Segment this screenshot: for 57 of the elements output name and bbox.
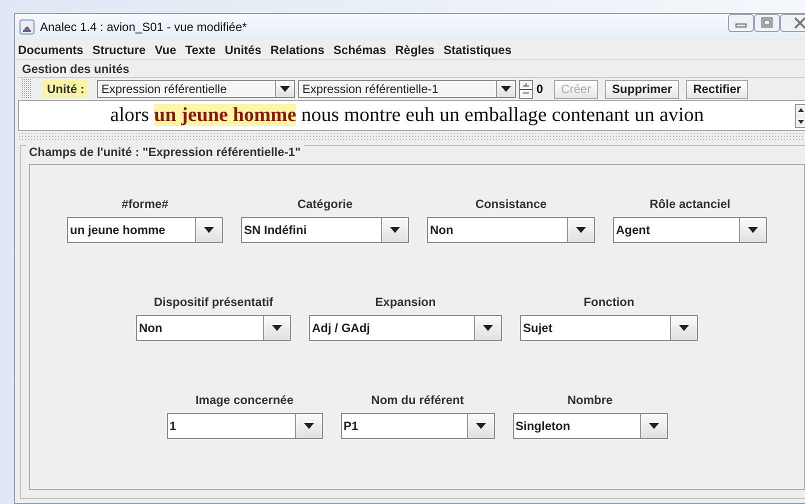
spinner-value: 0 <box>536 82 544 96</box>
field-label: Dispositif présentatif <box>152 295 274 309</box>
field-label: Image concernée <box>194 393 295 407</box>
menu-item[interactable]: Vue <box>154 43 176 57</box>
caret-icon <box>748 227 758 233</box>
caret-icon <box>476 423 486 429</box>
caret-icon <box>280 86 290 92</box>
field-dropdown[interactable]: Agent <box>613 217 767 243</box>
text-sentence: alors un jeune homme nous montre euh un emballage contenant un avion <box>109 104 705 127</box>
scroll-arrows-icon[interactable] <box>795 104 805 128</box>
caret-icon <box>501 86 512 92</box>
field-dropdown[interactable]: Singleton <box>512 413 668 439</box>
field-label: Catégorie <box>296 197 354 211</box>
menu-item[interactable]: Règles <box>395 43 434 57</box>
field-label: Nom du référent <box>370 393 465 407</box>
field-label: Expansion <box>374 295 437 309</box>
minimize-icon[interactable] <box>728 14 754 32</box>
menu-item[interactable]: Statistiques <box>443 43 512 57</box>
caret-icon <box>204 227 214 233</box>
field-dropdown[interactable]: Adj / GAdj <box>309 315 502 341</box>
type-dropdown[interactable]: Expression référentielle <box>97 80 296 98</box>
field-label: Consistance <box>474 197 548 211</box>
field-dropdown[interactable]: 1 <box>166 413 322 439</box>
field-label: #forme# <box>120 197 170 211</box>
maximize-icon[interactable] <box>754 14 780 32</box>
panel-title: Champs de l'unité : "Expression référentielle-1" <box>26 145 304 159</box>
field-dropdown[interactable]: Sujet <box>520 315 698 341</box>
spinner-arrows-icon[interactable] <box>519 80 534 98</box>
menu-item[interactable]: Structure <box>92 43 146 57</box>
field-label: Fonction <box>582 295 636 309</box>
menu-item[interactable]: Documents <box>18 43 84 57</box>
window-title: Analec 1.4 : avion_S01 - vue modifiée* <box>40 20 247 34</box>
caret-icon <box>576 227 586 233</box>
caret-icon <box>390 227 400 233</box>
section-title: Gestion des unités <box>21 61 130 77</box>
toolbar-button[interactable]: Supprimer <box>605 80 680 98</box>
menu-item[interactable]: Unités <box>224 43 262 57</box>
toolbar-button[interactable]: Rectifier <box>686 80 748 98</box>
caret-icon <box>272 325 282 331</box>
caret-icon <box>679 325 689 331</box>
menu-item[interactable]: Schémas <box>333 43 386 57</box>
menu-item[interactable]: Relations <box>270 43 324 57</box>
menu-item[interactable]: Texte <box>185 43 216 57</box>
field-dropdown[interactable]: Non <box>427 217 595 243</box>
field-dropdown[interactable]: Non <box>136 315 291 341</box>
field-dropdown[interactable]: P1 <box>340 413 494 439</box>
caret-icon <box>483 325 493 331</box>
field-dropdown[interactable]: SN Indéfini <box>241 217 409 243</box>
caret-icon <box>648 423 658 429</box>
caret-icon <box>304 423 314 429</box>
unit-dropdown[interactable]: Expression référentielle-1 <box>298 80 516 98</box>
field-label: Nombre <box>566 393 614 407</box>
field-dropdown[interactable]: un jeune homme <box>67 217 223 243</box>
app-icon <box>19 19 35 35</box>
grip-icon[interactable] <box>22 79 32 99</box>
field-label: Rôle actanciel <box>648 197 732 211</box>
unit-label: Unité : <box>43 80 88 98</box>
